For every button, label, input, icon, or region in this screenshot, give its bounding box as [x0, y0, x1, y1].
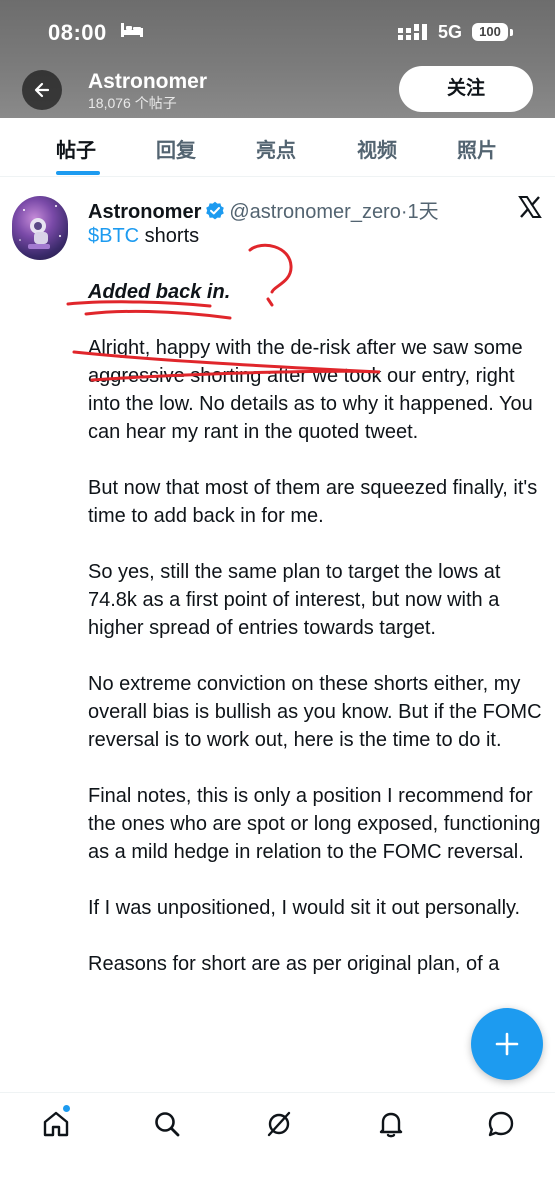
post-time: ·1天 [400, 201, 439, 223]
home-notification-dot [63, 1105, 70, 1112]
post-body: $BTC shorts Added back in. Alright, happ… [88, 222, 548, 1006]
tab-highlights[interactable]: 亮点 [256, 134, 296, 163]
status-bar: 08:00 5G 100 [0, 0, 555, 62]
tab-videos[interactable]: 视频 [357, 134, 397, 163]
tab-posts[interactable]: 帖子 [56, 134, 96, 163]
back-button[interactable] [22, 70, 62, 110]
tab-replies[interactable]: 回复 [156, 134, 196, 163]
verified-badge-icon [206, 201, 225, 220]
messages-icon[interactable] [486, 1109, 516, 1139]
arrow-left-icon [34, 82, 50, 98]
post-paragraph: Final notes, this is only a position I r… [88, 785, 541, 863]
author-name[interactable]: Astronomer [88, 201, 201, 223]
post-count: 18,076 个帖子 [88, 95, 177, 111]
profile-header: 08:00 5G 100 Astronomer 18,076 个帖子 关注 [0, 0, 555, 118]
post-author-line: Astronomer @astronomer_zero·1天 [88, 195, 439, 224]
profile-name: Astronomer [88, 70, 208, 93]
battery-tip [510, 29, 513, 36]
post-paragraph: But now that most of them are squeezed f… [88, 477, 538, 527]
follow-button[interactable]: 关注 [399, 66, 533, 112]
astronaut-avatar-art [19, 205, 61, 249]
cashtag-link[interactable]: $BTC [88, 225, 139, 247]
home-icon[interactable] [41, 1109, 71, 1139]
bell-icon[interactable] [376, 1109, 406, 1139]
grok-icon[interactable] [264, 1109, 294, 1139]
x-logo-icon[interactable] [518, 196, 542, 218]
signal-icon [398, 24, 427, 40]
post-title-text: shorts [139, 225, 200, 247]
bottom-navigation [0, 1092, 555, 1201]
tab-photos[interactable]: 照片 [457, 134, 497, 163]
post-title-line: $BTC shorts [88, 222, 548, 250]
author-handle[interactable]: @astronomer_zero [229, 201, 400, 223]
network-type: 5G [438, 22, 463, 42]
status-time: 08:00 [48, 20, 107, 45]
battery-indicator: 100 [472, 23, 508, 41]
compose-button[interactable] [471, 1008, 543, 1080]
post-paragraph: No extreme conviction on these shorts ei… [88, 673, 542, 751]
search-icon[interactable] [152, 1109, 182, 1139]
plus-icon [495, 1032, 519, 1056]
avatar[interactable] [12, 196, 68, 260]
added-back-line: Added back in. [88, 281, 231, 303]
post-paragraph: So yes, still the same plan to target th… [88, 561, 501, 639]
profile-tabs: 帖子 回复 亮点 视频 照片 [0, 118, 555, 177]
post-paragraph: Alright, happy with the de-risk after we… [88, 337, 533, 443]
post-paragraph: Reasons for short are as per original pl… [88, 953, 500, 975]
active-tab-indicator [56, 171, 100, 175]
post-paragraph: If I was unpositioned, I would sit it ou… [88, 897, 521, 919]
sleep-mode-icon [121, 23, 143, 37]
